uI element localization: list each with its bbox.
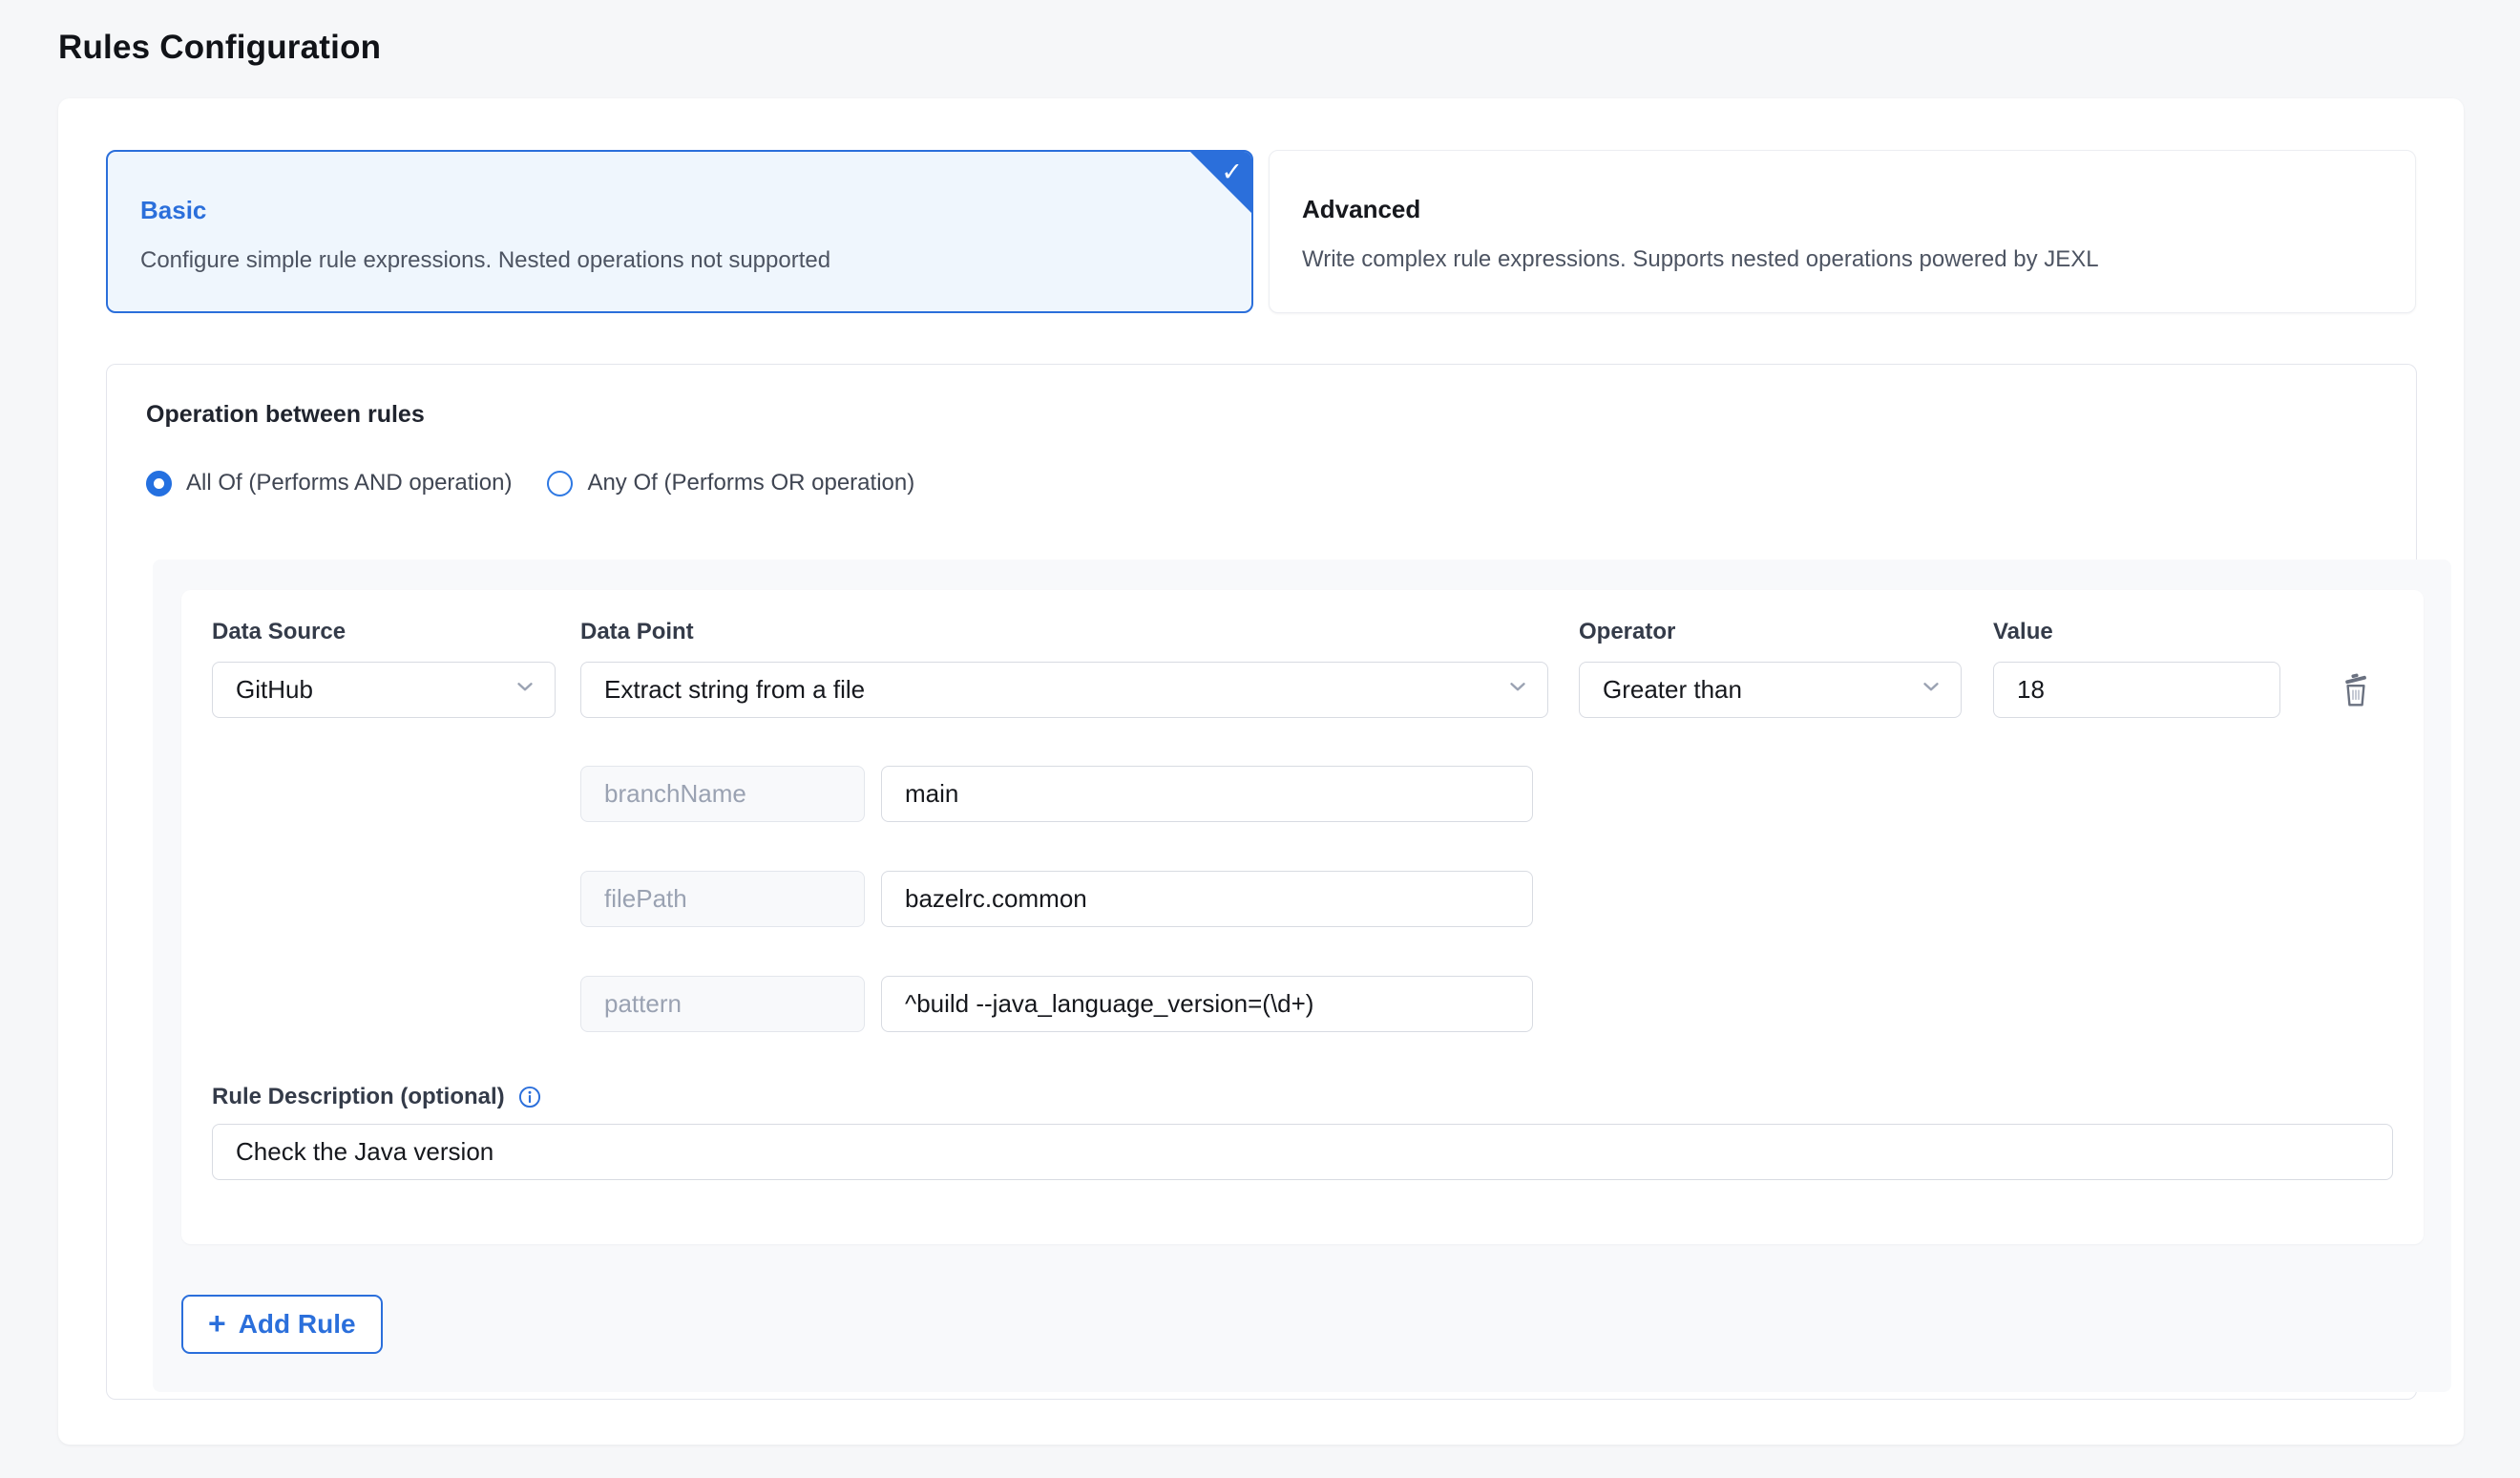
- radio-option-all-of-label[interactable]: All Of (Performs AND operation): [186, 470, 512, 496]
- mode-card-advanced-description: Write complex rule expressions. Supports…: [1302, 246, 2383, 273]
- radio-option-all-of[interactable]: All Of (Performs AND operation): [146, 470, 512, 496]
- rules-section: Operation between rules All Of (Performs…: [106, 364, 2417, 1400]
- page-title: Rules Configuration: [58, 29, 2462, 67]
- plus-icon: +: [208, 1308, 226, 1339]
- operation-between-rules-label: Operation between rules: [146, 401, 2377, 429]
- parameter-value-input[interactable]: [881, 766, 1533, 822]
- add-rule-button-label: Add Rule: [239, 1309, 356, 1340]
- rule-fields-row: Data Source GitHub Data Point: [212, 619, 2393, 718]
- parameter-key-field: [580, 766, 865, 822]
- mode-card-advanced-title: Advanced: [1302, 195, 2383, 224]
- value-label: Value: [1993, 619, 2280, 645]
- mode-card-basic-title: Basic: [140, 196, 1219, 225]
- chevron-down-icon: [513, 674, 537, 706]
- rules-configuration-page: Rules Configuration ✓ Basic Configure si…: [0, 0, 2520, 1445]
- data-source-value: GitHub: [236, 675, 313, 705]
- rules-list-panel: Data Source GitHub Data Point: [153, 560, 2451, 1392]
- parameter-row: [580, 871, 2393, 927]
- radio-option-any-of[interactable]: Any Of (Performs OR operation): [547, 470, 914, 496]
- mode-card-basic-description: Configure simple rule expressions. Neste…: [140, 247, 1219, 274]
- operator-select[interactable]: Greater than: [1579, 662, 1962, 718]
- mode-selector-row: ✓ Basic Configure simple rule expression…: [106, 150, 2416, 313]
- parameter-key-field: [580, 976, 865, 1032]
- parameter-value-input[interactable]: [881, 976, 1533, 1032]
- check-icon: ✓: [1221, 159, 1243, 185]
- operation-radio-group: All Of (Performs AND operation) Any Of (…: [146, 470, 2377, 496]
- add-rule-button[interactable]: + Add Rule: [181, 1295, 383, 1354]
- data-source-label: Data Source: [212, 619, 556, 645]
- chevron-down-icon: [1505, 674, 1530, 706]
- parameter-key-field: [580, 871, 865, 927]
- data-point-select[interactable]: Extract string from a file: [580, 662, 1548, 718]
- rules-configuration-card: ✓ Basic Configure simple rule expression…: [58, 98, 2464, 1445]
- mode-card-basic[interactable]: ✓ Basic Configure simple rule expression…: [106, 150, 1253, 313]
- parameter-value-input[interactable]: [881, 871, 1533, 927]
- operator-label: Operator: [1579, 619, 1962, 645]
- radio-option-any-of-label[interactable]: Any Of (Performs OR operation): [587, 470, 914, 496]
- chevron-down-icon: [1919, 674, 1943, 706]
- data-source-select[interactable]: GitHub: [212, 662, 556, 718]
- radio-selected-icon[interactable]: [146, 471, 172, 496]
- info-icon[interactable]: [517, 1085, 542, 1109]
- rule-row-card: Data Source GitHub Data Point: [181, 590, 2424, 1244]
- parameter-row: [580, 766, 2393, 822]
- data-point-label: Data Point: [580, 619, 1548, 645]
- rule-description-input[interactable]: [212, 1124, 2393, 1180]
- parameter-row: [580, 976, 2393, 1032]
- rule-description-label: Rule Description (optional): [212, 1084, 505, 1110]
- radio-unselected-icon[interactable]: [547, 471, 573, 496]
- mode-card-advanced[interactable]: Advanced Write complex rule expressions.…: [1269, 150, 2416, 313]
- trash-icon: [2339, 699, 2373, 713]
- data-point-value: Extract string from a file: [604, 675, 865, 705]
- delete-rule-button[interactable]: [2339, 670, 2373, 710]
- operator-value: Greater than: [1603, 675, 1742, 705]
- value-input[interactable]: [1993, 662, 2280, 718]
